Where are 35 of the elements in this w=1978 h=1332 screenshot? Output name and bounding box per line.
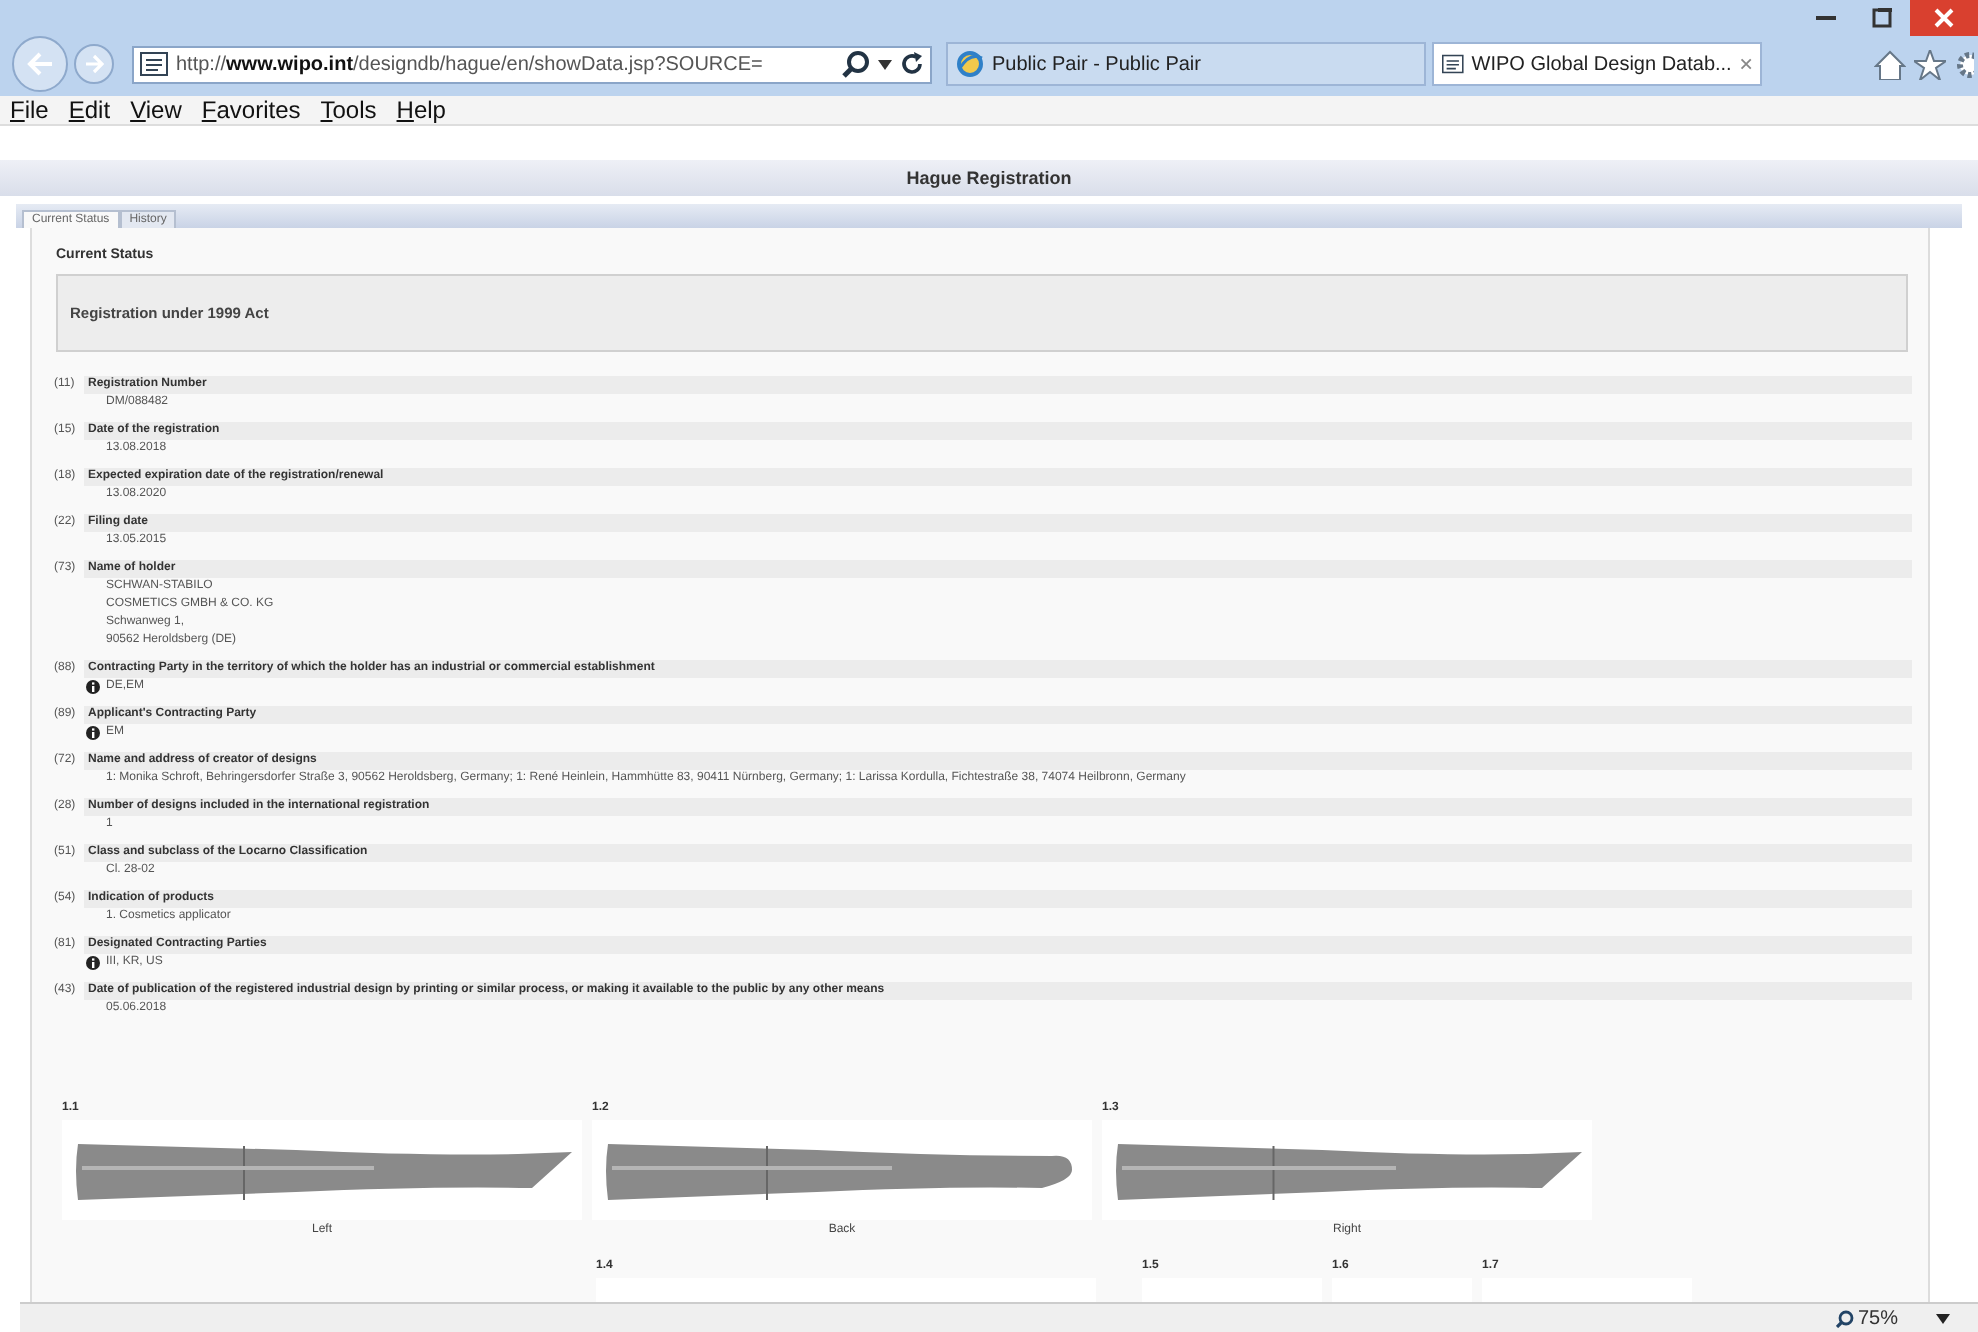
info-icon[interactable] [86, 726, 100, 740]
menu-item[interactable]: Tools [320, 96, 377, 124]
minimize-icon [1816, 16, 1836, 20]
menu-item[interactable]: Favorites [201, 96, 301, 124]
menu-item[interactable]: Help [396, 96, 446, 124]
url-text: http://www.wipo.int/designdb/hague/en/showData.jsp?SOURCE= [176, 53, 765, 75]
menu-item[interactable]: Edit [68, 96, 111, 124]
browser-tab[interactable]: Public Pair - Public Pair [946, 42, 1426, 86]
settings-icon[interactable] [1954, 49, 1974, 79]
close-icon [1932, 8, 1956, 28]
tab-title: Public Pair - Public Pair [992, 53, 1201, 75]
search-icon[interactable] [842, 50, 870, 78]
dropdown-caret-icon[interactable] [878, 59, 892, 69]
tab-title: WIPO Global Design Datab... [1471, 53, 1732, 75]
forward-arrow-icon [84, 54, 104, 74]
info-icon[interactable] [86, 956, 100, 970]
back-arrow-icon [26, 52, 54, 76]
favorites-star-icon[interactable] [1914, 49, 1946, 79]
address-bar[interactable]: http://www.wipo.int/designdb/hague/en/showData.jsp?SOURCE= [132, 45, 932, 83]
page-icon [1442, 52, 1464, 76]
menu-item[interactable]: File [10, 96, 49, 124]
close-button[interactable] [1910, 0, 1978, 36]
info-icon[interactable] [86, 680, 100, 694]
close-tab-icon[interactable] [1739, 56, 1752, 72]
zoom-level[interactable]: 75% [1835, 1308, 1898, 1330]
page-icon [140, 52, 168, 76]
dropdown-caret-icon[interactable] [1936, 1314, 1950, 1324]
zoom-icon [1835, 1310, 1854, 1328]
maximize-icon [1870, 8, 1894, 28]
menu-item[interactable]: View [130, 96, 182, 124]
browser-logo-icon [956, 50, 984, 78]
refresh-icon[interactable] [900, 52, 924, 76]
page-header: Hague Registration [0, 160, 1978, 196]
home-icon[interactable] [1874, 49, 1906, 79]
browser-tab[interactable]: WIPO Global Design Datab... [1432, 42, 1762, 86]
